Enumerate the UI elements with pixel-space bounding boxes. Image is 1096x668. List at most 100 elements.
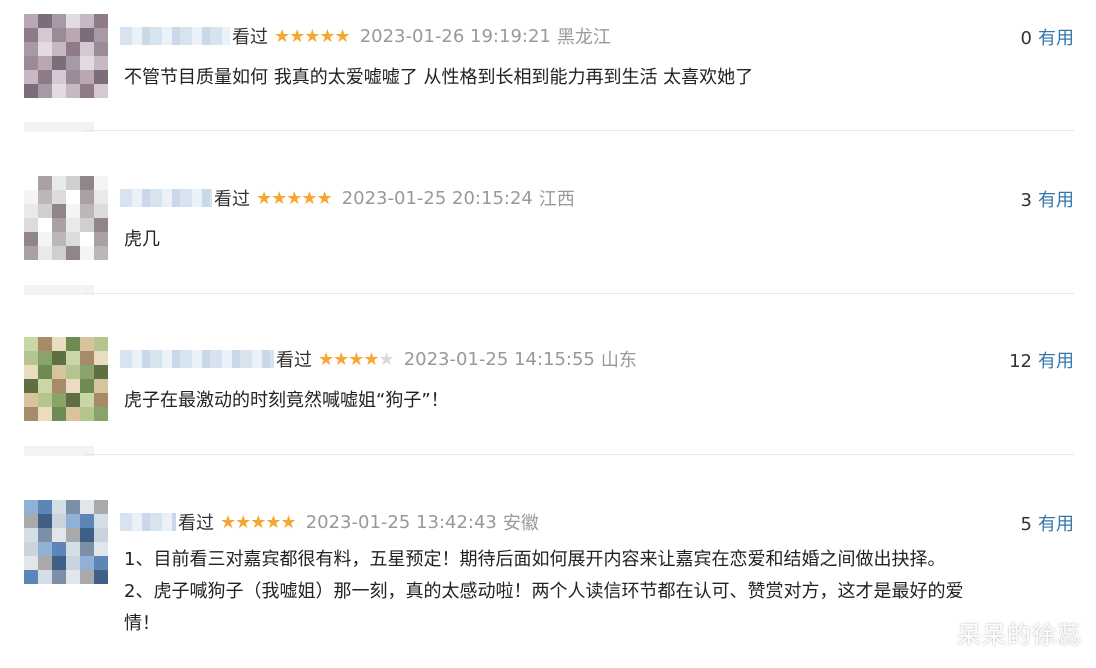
avatar-pixel	[80, 393, 94, 407]
avatar-pixel	[24, 190, 38, 204]
avatar[interactable]	[24, 337, 108, 421]
avatar-pixel	[66, 500, 80, 514]
useful-button[interactable]: 有用	[1038, 28, 1074, 49]
review-line: 情！	[124, 613, 160, 634]
avatar-pixel	[66, 542, 80, 556]
review-line: 虎几	[124, 229, 160, 250]
avatar-pixel	[94, 500, 108, 514]
avatar-pixel	[24, 56, 38, 70]
useful-vote: 3 有用	[1021, 186, 1074, 212]
avatar-pixel	[52, 514, 66, 528]
avatar-pixel	[24, 514, 38, 528]
avatar-pixel	[66, 190, 80, 204]
avatar-pixel	[52, 84, 66, 98]
avatar-pixel	[80, 351, 94, 365]
avatar-pixel	[52, 246, 66, 260]
avatar-pixel	[94, 542, 108, 556]
review-line: 虎子在最激动的时刻竟然喊嘘姐“狗子”！	[124, 390, 449, 411]
avatar-pixel	[80, 70, 94, 84]
avatar-pixel	[94, 218, 108, 232]
useful-vote: 5 有用	[1021, 510, 1074, 536]
avatar-pixel	[80, 14, 94, 28]
avatar-pixel	[94, 84, 108, 98]
avatar-pixel	[24, 393, 38, 407]
avatar-pixel	[66, 393, 80, 407]
avatar-pixel	[52, 218, 66, 232]
useful-count: 5	[1020, 514, 1032, 535]
avatar-pixel	[38, 14, 52, 28]
review-location: 江西	[538, 189, 575, 210]
username-blurred[interactable]	[120, 189, 212, 207]
username-blurred[interactable]	[120, 350, 274, 368]
review-location: 安徽	[502, 513, 539, 534]
avatar-pixel	[80, 204, 94, 218]
avatar-pixel	[80, 365, 94, 379]
avatar-pixel	[66, 14, 80, 28]
avatar-pixel	[52, 351, 66, 365]
useful-button[interactable]: 有用	[1038, 351, 1074, 372]
avatar-pixel	[52, 528, 66, 542]
avatar-pixel	[38, 70, 52, 84]
avatar-pixel	[80, 500, 94, 514]
avatar[interactable]	[24, 14, 108, 98]
username-blurred[interactable]	[120, 513, 176, 531]
review-time: 2023-01-25 13:42:43	[305, 511, 497, 533]
avatar-pixel	[24, 246, 38, 260]
rating-stars: ★★★★★	[274, 25, 351, 47]
review-line: 2、虎子喊狗子（我嘘姐）那一刻，真的太感动啦！两个人读信环节都在认可、赞赏对方，…	[124, 581, 964, 602]
avatar-pixel	[94, 246, 108, 260]
avatar-pixel	[38, 556, 52, 570]
avatar-pixel	[24, 351, 38, 365]
avatar-pixel	[24, 218, 38, 232]
avatar[interactable]	[24, 176, 108, 260]
watermark: 呆呆的徐蕊	[957, 621, 1082, 649]
avatar-pixel	[80, 556, 94, 570]
avatar-pixel	[66, 42, 80, 56]
useful-button[interactable]: 有用	[1038, 514, 1074, 535]
avatar-pixel	[66, 570, 80, 584]
avatar-pixel	[94, 393, 108, 407]
review-header: 看过 ★★★★★ 2023-01-26 19:19:21 黑龙江	[120, 24, 611, 48]
avatar-pixel	[94, 407, 108, 421]
avatar-pixel	[94, 176, 108, 190]
avatar-pixel	[38, 204, 52, 218]
avatar-pixel	[80, 56, 94, 70]
avatar-pixel	[66, 556, 80, 570]
avatar-pixel	[52, 204, 66, 218]
avatar[interactable]	[24, 500, 108, 584]
username-blurred[interactable]	[120, 27, 230, 45]
review-text: 虎几	[124, 224, 1074, 256]
avatar-pixel	[24, 570, 38, 584]
useful-button[interactable]: 有用	[1038, 190, 1074, 211]
avatar-pixel	[38, 28, 52, 42]
avatar-pixel	[24, 204, 38, 218]
review-line: 不管节目质量如何 我真的太爱嘘嘘了 从性格到长相到能力再到生活 太喜欢她了	[124, 67, 754, 88]
avatar-pixel	[66, 379, 80, 393]
avatar-pixel	[24, 28, 38, 42]
avatar-pixel	[38, 351, 52, 365]
useful-count: 0	[1020, 28, 1032, 49]
avatar-pixel	[80, 190, 94, 204]
avatar-pixel	[80, 28, 94, 42]
avatar-pixel	[94, 204, 108, 218]
avatar-pixel	[66, 337, 80, 351]
avatar-pixel	[24, 542, 38, 556]
watched-label: 看过	[178, 513, 214, 534]
avatar-pixel	[66, 514, 80, 528]
avatar-pixel	[52, 570, 66, 584]
avatar-pixel	[38, 365, 52, 379]
review-header: 看过 ★★★★★ 2023-01-25 14:15:55 山东	[120, 347, 637, 371]
avatar-pixel	[66, 232, 80, 246]
avatar-pixel	[66, 56, 80, 70]
useful-vote: 12 有用	[1009, 347, 1074, 373]
avatar-pixel	[38, 337, 52, 351]
avatar-pixel	[94, 190, 108, 204]
avatar-pixel	[38, 56, 52, 70]
avatar-pixel	[52, 407, 66, 421]
avatar-pixel	[66, 351, 80, 365]
avatar-pixel	[24, 14, 38, 28]
watched-label: 看过	[276, 350, 312, 371]
avatar-pixel	[52, 28, 66, 42]
avatar-pixel	[80, 176, 94, 190]
rating-stars: ★★★★★	[220, 511, 297, 533]
